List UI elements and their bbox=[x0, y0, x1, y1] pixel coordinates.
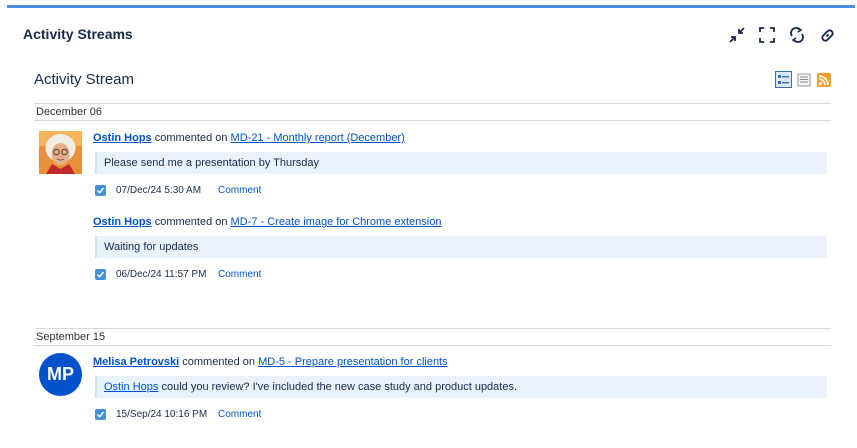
refresh-icon[interactable] bbox=[787, 26, 807, 44]
entry-meta: 07/Dec/24 5:30 AM Comment bbox=[95, 183, 827, 197]
fullscreen-icon[interactable] bbox=[757, 26, 777, 44]
activity-entry: Ostin Hops commented on MD-7 - Create im… bbox=[93, 215, 827, 281]
comment-text: Please send me a presentation by Thursda… bbox=[104, 157, 320, 169]
timestamp: 15/Sep/24 10:16 PM bbox=[116, 408, 208, 420]
issue-link[interactable]: MD-7 - Create image for Chrome extension bbox=[231, 216, 442, 228]
gadget-header: Activity Streams bbox=[7, 8, 855, 58]
user-link[interactable]: Ostin Hops bbox=[93, 132, 152, 144]
action-text: commented on bbox=[151, 216, 231, 228]
avatar[interactable]: MP bbox=[39, 353, 82, 396]
comment-link[interactable]: Comment bbox=[218, 409, 261, 420]
view-switcher bbox=[775, 71, 832, 88]
list-view-icon[interactable] bbox=[795, 71, 812, 88]
comment-link[interactable]: Comment bbox=[218, 269, 261, 280]
full-view-icon[interactable] bbox=[775, 71, 792, 88]
activity-entry: Melisa Petrovski commented on MD-5 - Pre… bbox=[93, 355, 827, 421]
link-icon[interactable] bbox=[817, 26, 837, 44]
rss-icon[interactable] bbox=[815, 71, 832, 88]
date-header: September 15 bbox=[34, 328, 831, 346]
check-icon bbox=[95, 268, 106, 280]
entry-header: Ostin Hops commented on MD-21 - Monthly … bbox=[93, 131, 827, 145]
issue-link[interactable]: MD-5 - Prepare presentation for clients bbox=[258, 356, 448, 368]
minimize-icon[interactable] bbox=[727, 26, 747, 44]
check-icon bbox=[95, 184, 106, 196]
entry-header: Melisa Petrovski commented on MD-5 - Pre… bbox=[93, 355, 827, 369]
issue-link[interactable]: MD-21 - Monthly report (December) bbox=[231, 132, 405, 144]
user-link[interactable]: Ostin Hops bbox=[93, 216, 152, 228]
comment-link[interactable]: Comment bbox=[218, 185, 261, 196]
entry-meta: 06/Dec/24 11:57 PM Comment bbox=[95, 267, 827, 281]
date-header: December 06 bbox=[34, 103, 831, 121]
activity-streams-gadget: Activity Streams Activity Stream Decembe… bbox=[7, 5, 855, 448]
activity-stream-title: Activity Stream bbox=[34, 71, 135, 88]
comment-body: Please send me a presentation by Thursda… bbox=[95, 152, 827, 174]
comment-body: Waiting for updates bbox=[95, 236, 827, 258]
gadget-title: Activity Streams bbox=[23, 26, 133, 42]
check-icon bbox=[95, 408, 106, 420]
user-link[interactable]: Melisa Petrovski bbox=[93, 356, 179, 368]
comment-body: Ostin Hops could you review? I've includ… bbox=[95, 376, 827, 398]
entry-header: Ostin Hops commented on MD-7 - Create im… bbox=[93, 215, 827, 229]
avatar[interactable] bbox=[39, 131, 82, 174]
activity-entry: Ostin Hops commented on MD-21 - Monthly … bbox=[93, 131, 827, 197]
action-text: commented on bbox=[151, 132, 231, 144]
timestamp: 06/Dec/24 11:57 PM bbox=[116, 268, 207, 280]
mention-link[interactable]: Ostin Hops bbox=[104, 381, 158, 393]
entry-meta: 15/Sep/24 10:16 PM Comment bbox=[95, 407, 827, 421]
timestamp: 07/Dec/24 5:30 AM bbox=[116, 184, 202, 196]
action-text: commented on bbox=[179, 356, 259, 368]
comment-text: could you review? I've included the new … bbox=[158, 381, 518, 393]
comment-text: Waiting for updates bbox=[104, 241, 199, 253]
gadget-header-icons bbox=[727, 26, 837, 44]
